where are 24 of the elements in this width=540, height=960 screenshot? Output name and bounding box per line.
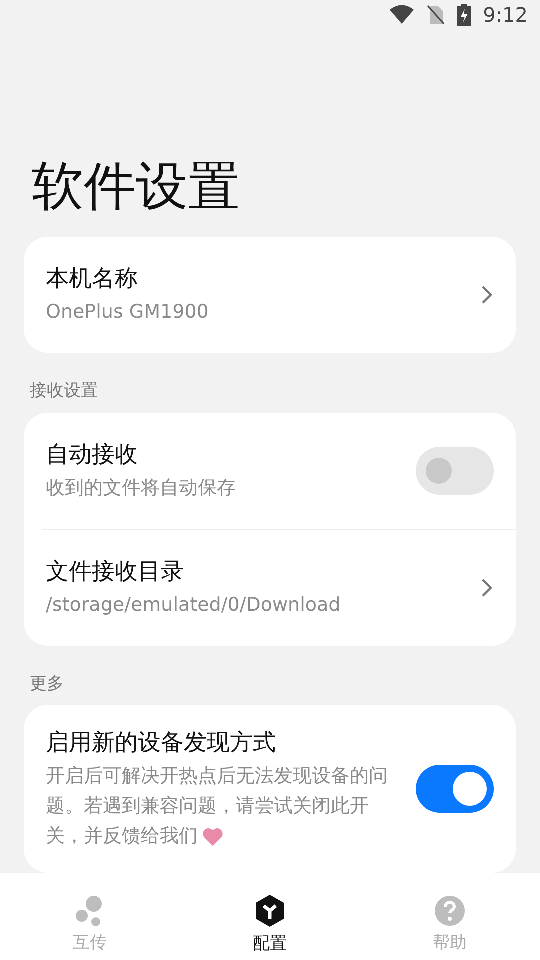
nav-tab[interactable]: 帮助	[360, 873, 540, 960]
setting-title: 自动接收	[46, 440, 139, 470]
setting-description: 开启后可解决开热点后无法发现设备的问题。若遇到兼容问题，请尝试关闭此开关，并反馈给我们	[46, 764, 389, 849]
toggle-switch[interactable]	[416, 765, 494, 813]
section-header: 更多	[29, 672, 65, 696]
status-time: 9:12	[483, 2, 528, 29]
wifi-icon	[389, 5, 416, 25]
nav-tab[interactable]: 互传	[0, 873, 180, 960]
setting-description: 收到的文件将自动保存	[46, 476, 237, 500]
chevron-icon	[480, 284, 494, 306]
help-icon	[434, 894, 466, 927]
no-sim-icon	[427, 5, 446, 25]
page-title: 软件设置	[31, 157, 241, 217]
battery-charging-icon	[457, 4, 472, 26]
hexagon-icon	[254, 894, 286, 928]
setting-description: /storage/emulated/0/Download	[46, 592, 342, 618]
setting-title: 文件接收目录	[46, 558, 185, 586]
setting-title: 本机名称	[46, 265, 139, 294]
setting-title: 启用新的设备发现方式	[46, 729, 277, 758]
toggle-switch[interactable]	[416, 446, 494, 494]
setting-description: OnePlus GM1900	[46, 300, 210, 325]
chevron-icon	[480, 576, 494, 598]
section-header: 接收设置	[29, 380, 99, 403]
nav-tab[interactable]: 配置	[180, 873, 360, 960]
